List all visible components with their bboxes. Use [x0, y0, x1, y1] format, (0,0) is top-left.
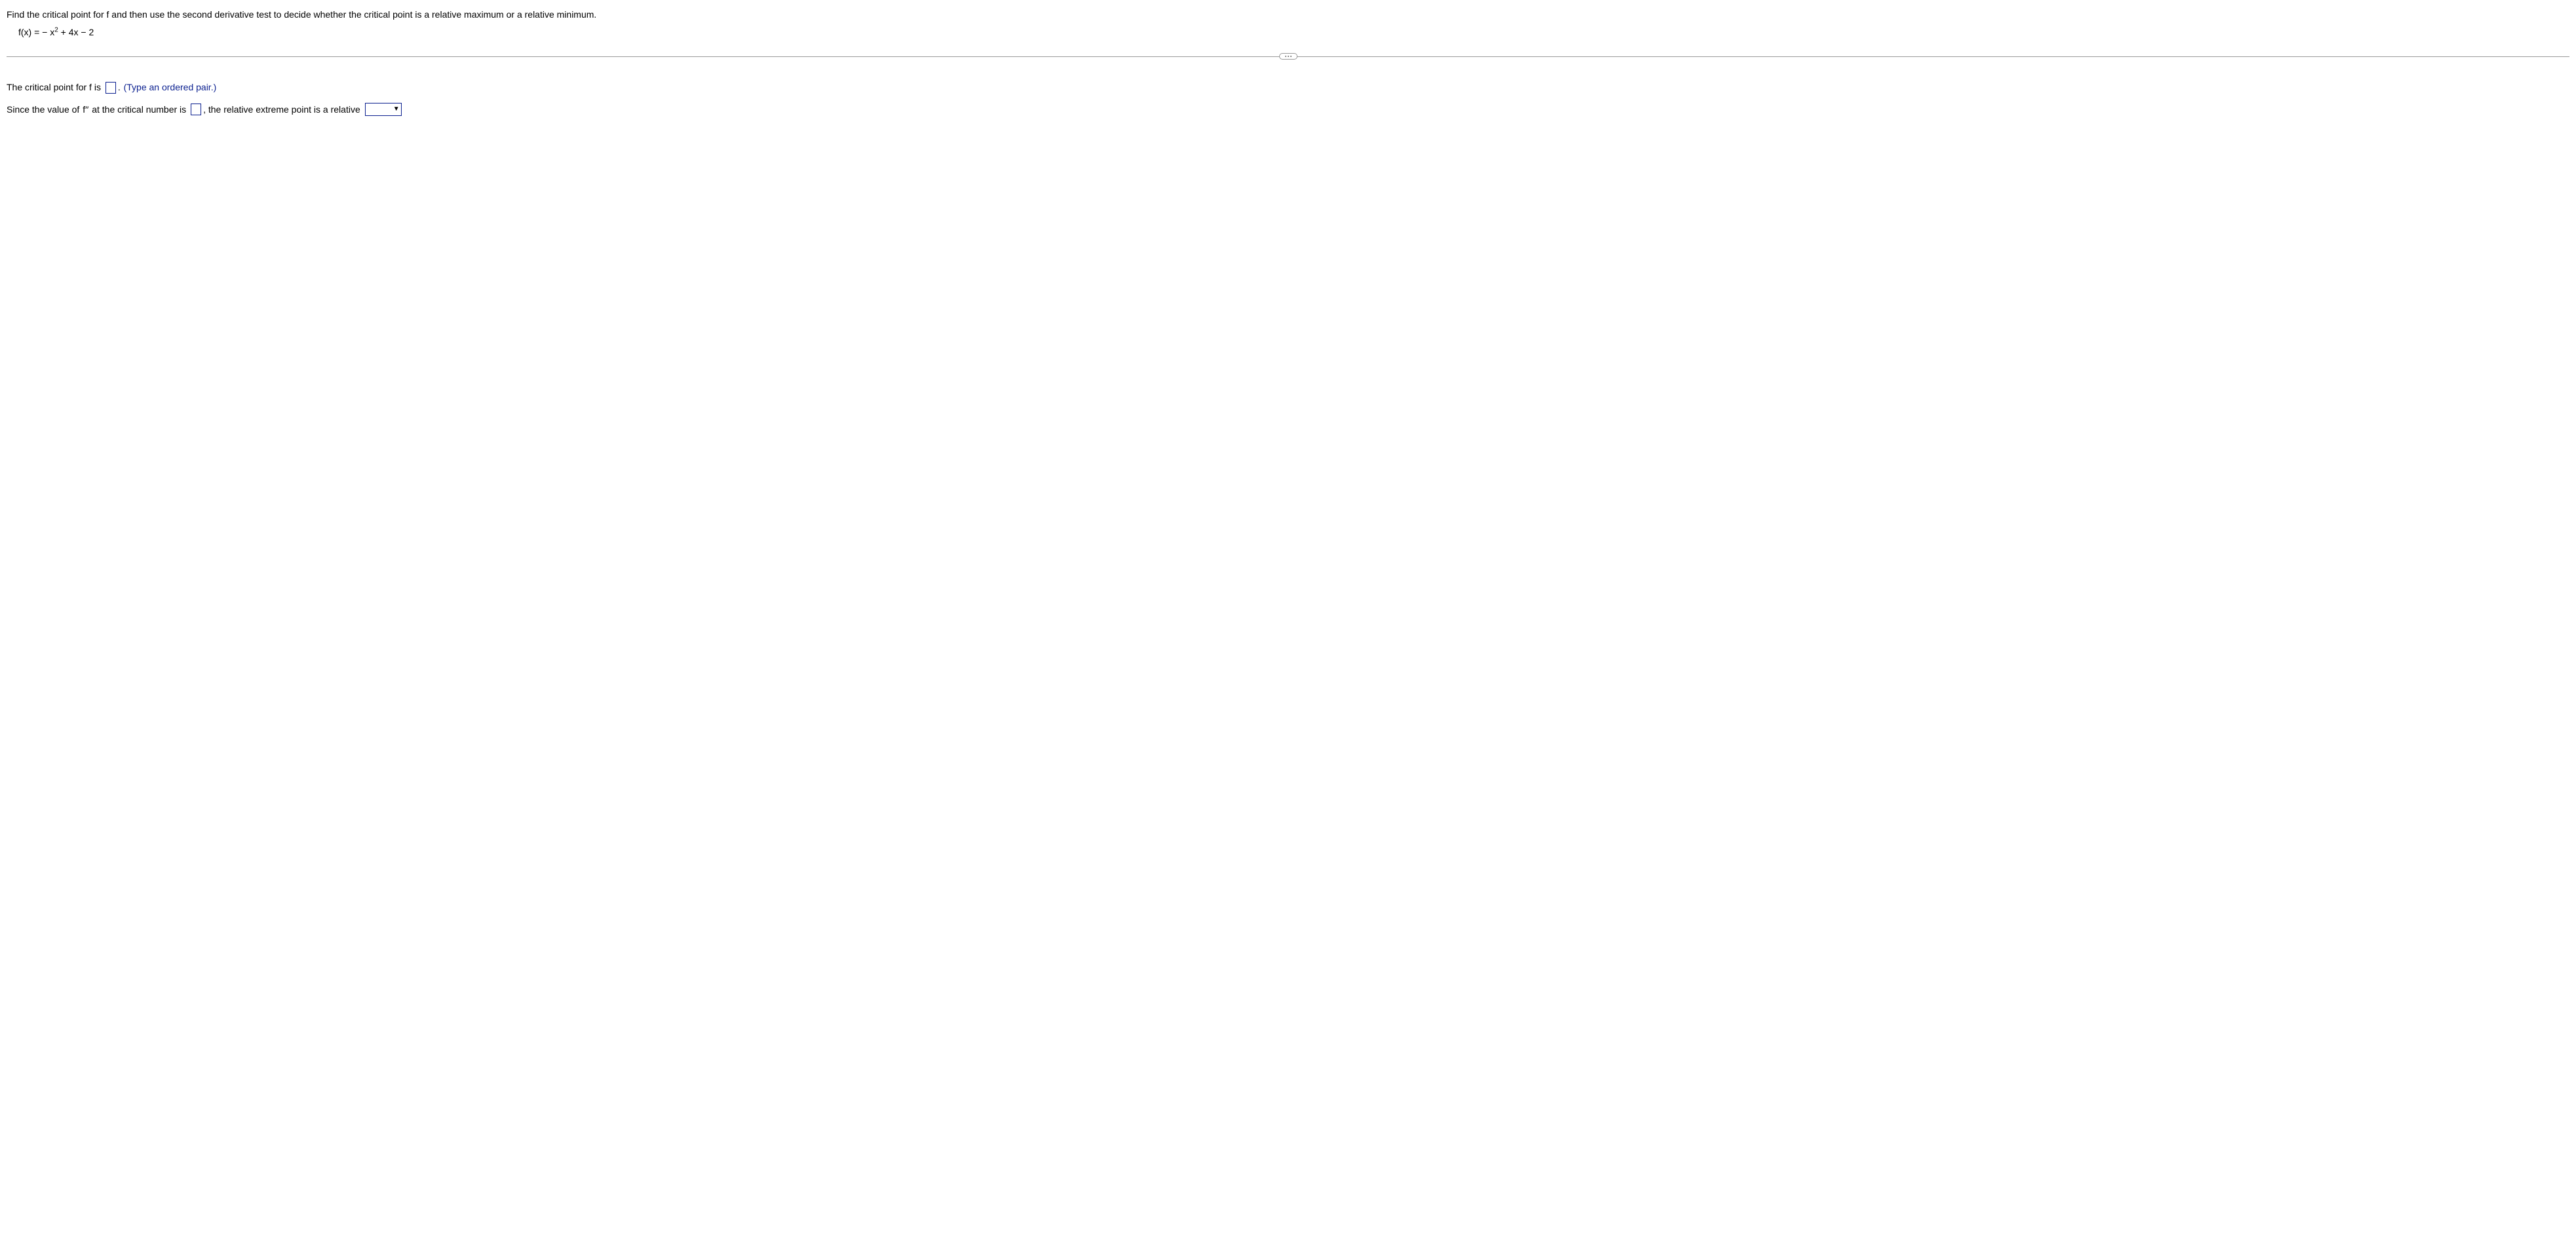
expand-button[interactable] [1279, 53, 1298, 60]
answer-area: The critical point for f is . (Type an o… [7, 74, 2569, 123]
question-header: Find the critical point for f and then u… [7, 7, 2569, 49]
critical-point-input[interactable] [106, 82, 116, 94]
chevron-down-icon: ▼ [393, 106, 400, 113]
second-derivative-symbol: f′′ [83, 99, 88, 121]
answer2-mid2-text: , the relative extreme point is a relati… [203, 99, 363, 121]
section-divider [7, 53, 2569, 60]
answer-line-1: The critical point for f is . (Type an o… [7, 77, 2569, 99]
answer1-post-text: . [118, 77, 123, 99]
extreme-type-select[interactable]: ▼ [365, 103, 402, 116]
second-derivative-value-input[interactable] [191, 104, 201, 115]
formula-prefix: f(x) = − x [18, 27, 54, 37]
answer-line-2: Since the value of f′′ at the critical n… [7, 99, 2569, 121]
ellipsis-icon [1285, 56, 1292, 57]
question-prompt: Find the critical point for f and then u… [7, 8, 2569, 22]
answer2-mid1-text: at the critical number is [89, 99, 189, 121]
answer1-pre-text: The critical point for f is [7, 77, 104, 99]
question-formula: f(x) = − x2 + 4x − 2 [7, 22, 2569, 44]
answer1-hint: (Type an ordered pair.) [124, 77, 217, 99]
formula-suffix: + 4x − 2 [58, 27, 94, 37]
answer2-pre-text: Since the value of [7, 99, 82, 121]
